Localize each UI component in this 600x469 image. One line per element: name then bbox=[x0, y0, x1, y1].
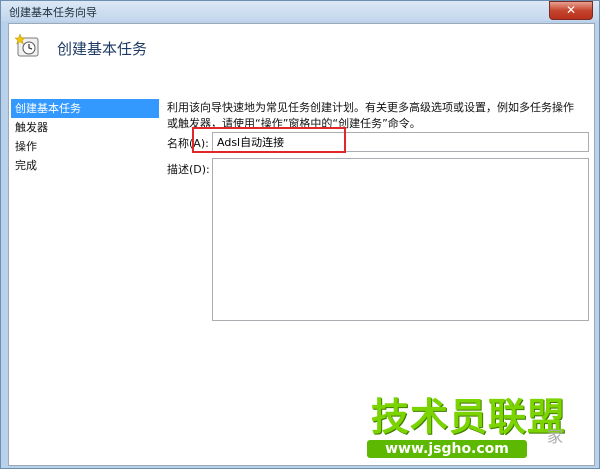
highlight-annotation-box bbox=[192, 127, 346, 153]
watermark-side-text: 家 bbox=[547, 427, 564, 446]
nav-item-create-basic-task[interactable]: 创建基本任务 bbox=[11, 99, 159, 118]
title-bar[interactable]: 创建基本任务向导 ✕ bbox=[1, 1, 599, 21]
watermark-url: www.jsgho.com bbox=[367, 440, 527, 458]
page-title: 创建基本任务 bbox=[57, 40, 148, 58]
wizard-steps-nav: 创建基本任务 触发器 操作 完成 bbox=[11, 99, 159, 175]
watermark-logo: 技术员联盟 bbox=[371, 395, 567, 439]
window-title: 创建基本任务向导 bbox=[9, 6, 97, 19]
description-label: 描述(D): bbox=[167, 163, 210, 176]
close-button[interactable]: ✕ bbox=[549, 1, 593, 20]
nav-item-trigger[interactable]: 触发器 bbox=[11, 118, 159, 137]
description-textarea[interactable] bbox=[212, 158, 589, 321]
task-scheduler-icon bbox=[15, 33, 39, 57]
wizard-window: 创建基本任务向导 ✕ 创建基本任务 创建基本任务 触发器 操作 完成 利用该向导… bbox=[0, 0, 600, 469]
nav-item-action[interactable]: 操作 bbox=[11, 137, 159, 156]
nav-item-finish[interactable]: 完成 bbox=[11, 156, 159, 175]
